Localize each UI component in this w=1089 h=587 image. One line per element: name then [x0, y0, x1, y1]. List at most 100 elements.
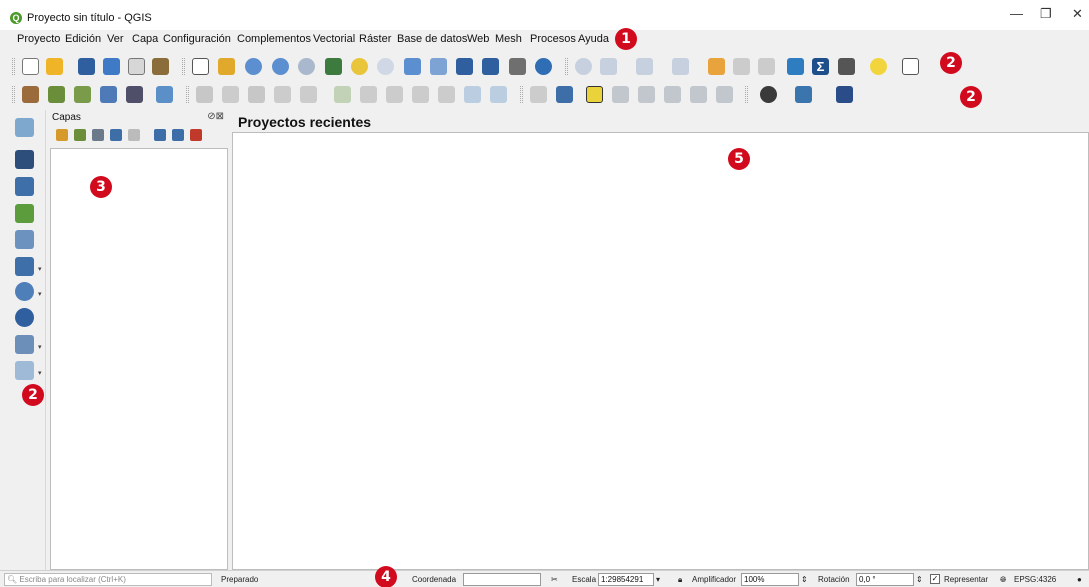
render-checkbox[interactable]: ✓: [930, 574, 940, 584]
add-wms-layer-icon[interactable]: [15, 282, 34, 301]
magnifier-field[interactable]: 100%: [741, 573, 799, 586]
menu-proyecto[interactable]: Proyecto: [17, 33, 60, 45]
add-vector-layer-icon[interactable]: [15, 118, 34, 137]
zoom-native-icon[interactable]: [298, 58, 315, 75]
menu-edicion[interactable]: Edición: [65, 33, 101, 45]
zoom-layer-icon[interactable]: [377, 58, 394, 75]
recent-projects-list[interactable]: [232, 132, 1089, 570]
diagram-icon[interactable]: [760, 86, 777, 103]
delete-selected-icon[interactable]: [360, 86, 377, 103]
add-wfs-layer-icon[interactable]: [15, 308, 34, 327]
minimize-button[interactable]: —: [1010, 6, 1023, 21]
annotation-icon[interactable]: [787, 58, 804, 75]
spinbox-arrows-icon[interactable]: ⇕: [801, 575, 808, 584]
menu-raster[interactable]: Ráster: [359, 33, 391, 45]
field-calculator-icon[interactable]: [672, 58, 689, 75]
filter-legend-icon[interactable]: [110, 129, 122, 141]
filter-expression-icon[interactable]: [128, 129, 140, 141]
toolbar-grip[interactable]: [520, 86, 523, 103]
current-edits-icon[interactable]: [196, 86, 213, 103]
open-project-icon[interactable]: [46, 58, 63, 75]
text-annotation-icon[interactable]: Σ: [812, 58, 829, 75]
change-label-icon[interactable]: [690, 86, 707, 103]
new-geopackage-icon[interactable]: [48, 86, 65, 103]
menu-configuracion[interactable]: Configuración: [163, 33, 231, 45]
add-point-icon[interactable]: [274, 86, 291, 103]
add-xyz-layer-icon[interactable]: [15, 335, 34, 354]
attribute-table-icon[interactable]: [636, 58, 653, 75]
messages-icon[interactable]: ●: [1077, 575, 1082, 584]
label-toolbar-icon[interactable]: [530, 86, 547, 103]
paste-features-icon[interactable]: [438, 86, 455, 103]
chevron-down-icon[interactable]: ▾: [656, 575, 660, 584]
copy-features-icon[interactable]: [412, 86, 429, 103]
refresh-icon[interactable]: [535, 58, 552, 75]
manage-visibility-icon[interactable]: [92, 129, 104, 141]
open-styling-icon[interactable]: [56, 129, 68, 141]
mouse-coord-icon[interactable]: ✂: [551, 575, 558, 584]
add-virtual-layer-icon[interactable]: [15, 361, 34, 380]
text-annotation-icon[interactable]: [902, 58, 919, 75]
annotation-icon[interactable]: [870, 58, 887, 75]
measure-icon[interactable]: [838, 58, 855, 75]
chevron-down-icon[interactable]: ▾: [38, 265, 42, 273]
redo-icon[interactable]: [490, 86, 507, 103]
toggle-editing-icon[interactable]: [222, 86, 239, 103]
highlight-labels-icon[interactable]: [586, 86, 603, 103]
rotate-label-icon[interactable]: [664, 86, 681, 103]
add-mesh-layer-icon[interactable]: [15, 177, 34, 196]
menu-capa[interactable]: Capa: [132, 33, 158, 45]
toolbox-icon[interactable]: [708, 58, 725, 75]
collapse-all-icon[interactable]: [172, 129, 184, 141]
toolbar-grip[interactable]: [12, 58, 15, 75]
crs-button[interactable]: EPSG:4326: [1014, 575, 1056, 584]
show-bookmarks-icon[interactable]: [482, 58, 499, 75]
zoom-full-icon[interactable]: [325, 58, 342, 75]
label-props-icon[interactable]: [716, 86, 733, 103]
panel-float-close-buttons[interactable]: ⊘⊠: [207, 111, 224, 122]
menu-ver[interactable]: Ver: [107, 33, 124, 45]
new-bookmark-icon[interactable]: [456, 58, 473, 75]
new-shapefile-icon[interactable]: [74, 86, 91, 103]
save-edits-icon[interactable]: [248, 86, 265, 103]
menu-mesh[interactable]: Mesh: [495, 33, 522, 45]
new-memory-layer-icon[interactable]: [126, 86, 143, 103]
zoom-in-icon[interactable]: [245, 58, 262, 75]
data-source-manager-icon[interactable]: [22, 86, 39, 103]
new-project-icon[interactable]: [22, 58, 39, 75]
layers-tree[interactable]: [50, 148, 228, 570]
vertex-tool-icon[interactable]: [300, 86, 317, 103]
chevron-down-icon[interactable]: ▾: [38, 290, 42, 298]
add-geopackage-icon[interactable]: [15, 230, 34, 249]
zoom-selection-icon[interactable]: [351, 58, 368, 75]
toolbar-grip[interactable]: [565, 58, 568, 75]
undo-icon[interactable]: [464, 86, 481, 103]
menu-ayuda[interactable]: Ayuda: [578, 33, 609, 45]
temporal-icon[interactable]: [509, 58, 526, 75]
zoom-last-icon[interactable]: [404, 58, 421, 75]
add-raster-layer-icon[interactable]: [15, 150, 34, 169]
cut-features-icon[interactable]: [386, 86, 403, 103]
toolbar-grip[interactable]: [12, 86, 15, 103]
new-spatialite-icon[interactable]: [100, 86, 117, 103]
rotation-field[interactable]: 0,0 °: [856, 573, 914, 586]
zoom-next-icon[interactable]: [430, 58, 447, 75]
chevron-down-icon[interactable]: ▾: [38, 369, 42, 377]
statistics-icon[interactable]: [733, 58, 750, 75]
pin-labels-icon[interactable]: [556, 86, 573, 103]
menu-complementos[interactable]: Complementos: [237, 33, 311, 45]
scale-combobox[interactable]: 1:29854291: [598, 573, 654, 586]
print-layout-icon[interactable]: [128, 58, 145, 75]
chevron-down-icon[interactable]: ▾: [38, 343, 42, 351]
zoom-out-icon[interactable]: [272, 58, 289, 75]
toolbar-grip[interactable]: [745, 86, 748, 103]
menu-procesos[interactable]: Procesos: [530, 33, 576, 45]
help-icon[interactable]: [836, 86, 853, 103]
remove-layer-icon[interactable]: [190, 129, 202, 141]
style-manager-icon[interactable]: [152, 58, 169, 75]
toolbar-grip[interactable]: [182, 58, 185, 75]
save-as-icon[interactable]: [103, 58, 120, 75]
move-label-icon[interactable]: [638, 86, 655, 103]
close-button[interactable]: ✕: [1072, 6, 1083, 22]
save-project-icon[interactable]: [78, 58, 95, 75]
